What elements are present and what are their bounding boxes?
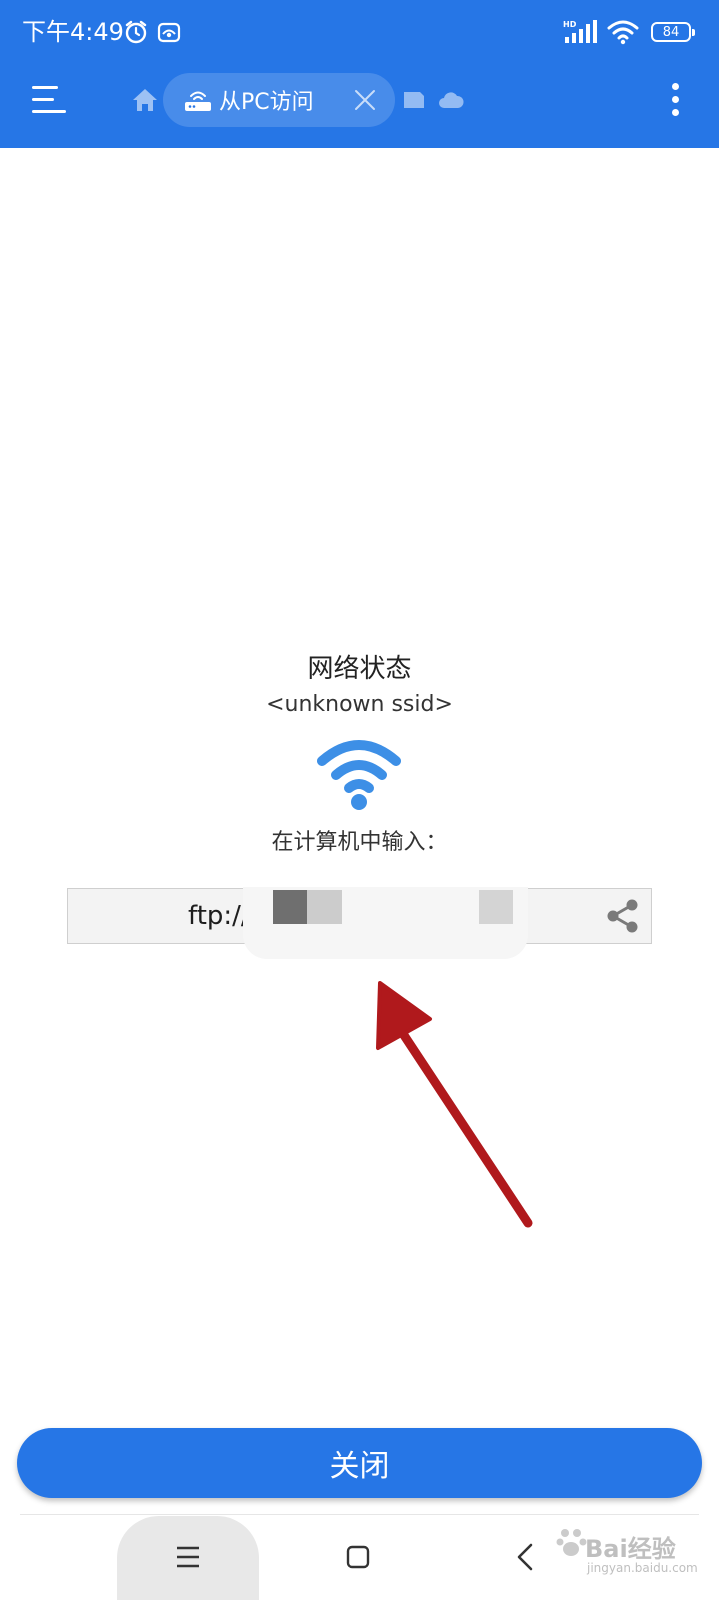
wifi-status-icon — [607, 20, 639, 45]
annotation-arrow — [376, 981, 533, 1228]
home-nav-icon[interactable] — [346, 1545, 370, 1569]
back-icon[interactable] — [515, 1543, 535, 1571]
hd-badge: HD — [563, 20, 577, 29]
status-time: 下午4:49 — [22, 18, 124, 46]
dot-icon — [672, 109, 679, 116]
cell-signal-icon: HD — [563, 20, 597, 43]
recent-apps-icon[interactable] — [175, 1544, 201, 1570]
enter-in-computer-hint: 在计算机中输入： — [271, 830, 448, 855]
ssid-label: <unknown ssid> — [266, 692, 453, 717]
hamburger-menu-button[interactable] — [28, 82, 68, 118]
close-tab-icon[interactable] — [353, 88, 377, 112]
mosaic-block — [273, 890, 307, 924]
home-icon[interactable] — [131, 86, 159, 114]
menu-line-icon — [32, 86, 58, 89]
menu-line-icon — [32, 110, 66, 113]
sd-card-icon[interactable] — [403, 90, 425, 110]
app-bar: 下午4:49 HD 84 从PC访问 — [0, 0, 719, 148]
status-right-group: HD 84 — [563, 18, 695, 46]
watermark-url: jingyan.baidu.com — [587, 1561, 698, 1575]
mosaic-block — [479, 890, 513, 924]
close-button[interactable]: 关闭 — [17, 1428, 702, 1498]
dot-icon — [672, 96, 679, 103]
network-status-title: 网络状态 — [307, 654, 412, 684]
cloud-icon[interactable] — [438, 90, 464, 110]
router-icon — [185, 91, 211, 111]
baidu-watermark: Bai经验 jingyan.baidu.com — [555, 1525, 698, 1585]
menu-line-icon — [32, 98, 54, 101]
app-notification-icon — [157, 22, 181, 43]
battery-level: 84 — [662, 24, 680, 40]
ftp-address-box[interactable]: ftp://1 — [67, 887, 652, 959]
wifi-icon — [317, 740, 401, 810]
paw-logo-icon — [556, 1529, 587, 1556]
tab-label: 从PC访问 — [219, 90, 314, 115]
alarm-icon — [125, 20, 147, 44]
more-options-button[interactable] — [664, 80, 688, 120]
tab-access-from-pc[interactable]: 从PC访问 — [163, 73, 395, 127]
status-bar: 下午4:49 HD 84 — [0, 0, 719, 64]
dot-icon — [672, 83, 679, 90]
watermark-brand: Bai经验 — [585, 1535, 676, 1563]
share-icon[interactable] — [605, 898, 641, 934]
battery-indicator: 84 — [651, 22, 695, 42]
mosaic-block — [307, 890, 342, 924]
